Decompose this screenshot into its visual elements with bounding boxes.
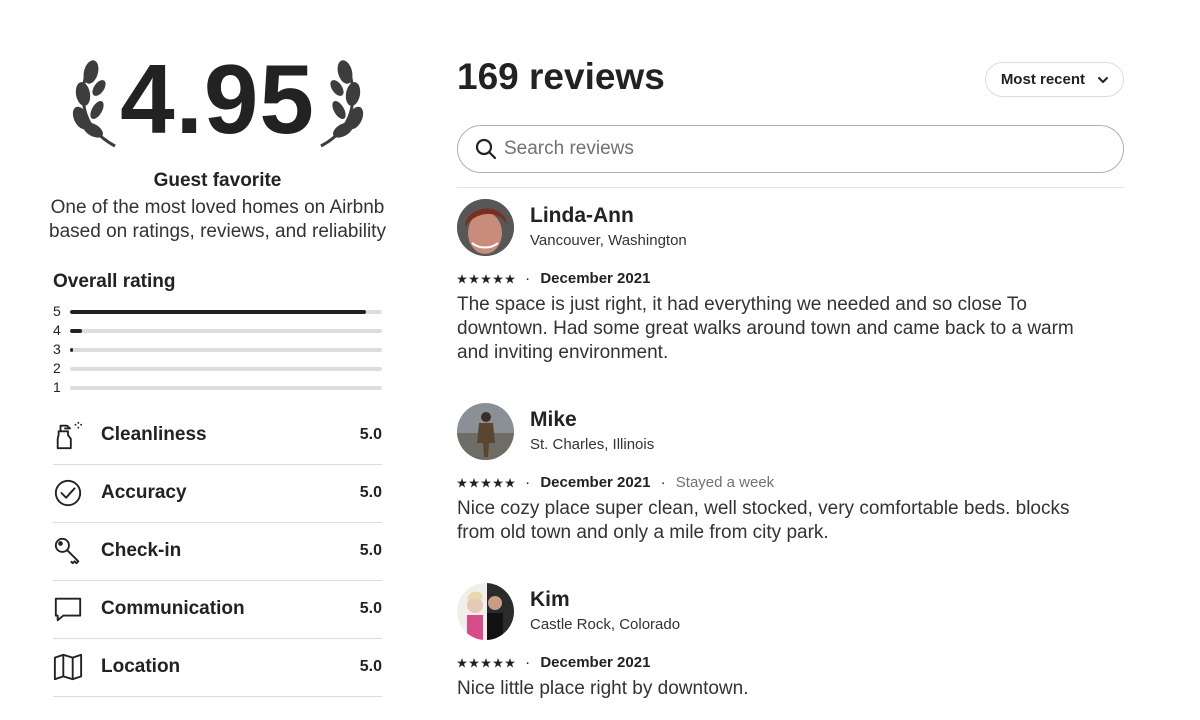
- reviewer-name: Mike: [530, 408, 577, 431]
- avatar[interactable]: [457, 199, 514, 256]
- reviewer-location: Castle Rock, Colorado: [530, 616, 681, 633]
- rating-bar-row: 1: [53, 378, 382, 397]
- category-score: 5.0: [359, 484, 382, 501]
- review-date: December 2021: [540, 270, 651, 287]
- category-ratings: Cleanliness 5.0 Accuracy 5.0 Check-in 5.…: [53, 407, 382, 697]
- check-circle-icon: [54, 479, 82, 507]
- guest-favorite-title: Guest favorite: [153, 170, 282, 191]
- rating-bar-fill: [70, 310, 367, 314]
- rating-bar-label: 4: [53, 322, 61, 338]
- category-label: Communication: [101, 598, 245, 619]
- category-score: 5.0: [359, 600, 382, 617]
- rating-bar-row: 3: [53, 340, 382, 359]
- review-meta: · December 2021: [457, 653, 650, 673]
- category-label: Check-in: [101, 540, 182, 561]
- overall-rating-heading: Overall rating: [53, 271, 176, 292]
- spray-bottle-icon: [56, 421, 83, 450]
- category-check-in: Check-in 5.0: [53, 523, 382, 581]
- category-location: Location 5.0: [53, 639, 382, 697]
- rating-bar-label: 1: [53, 379, 61, 395]
- rating-bar-row: 4: [53, 321, 382, 340]
- search-reviews-input[interactable]: [504, 134, 1094, 164]
- sort-dropdown[interactable]: Most recent: [984, 62, 1124, 97]
- category-label: Location: [101, 656, 181, 677]
- review-text: The space is just right, it had everythi…: [457, 294, 1074, 363]
- map-icon: [53, 653, 83, 681]
- avatar[interactable]: [457, 403, 514, 460]
- search-icon: [475, 138, 497, 160]
- avatar[interactable]: [457, 583, 514, 640]
- stay-duration: Stayed a week: [675, 474, 775, 491]
- category-label: Cleanliness: [101, 424, 207, 445]
- rating-bar-track: [70, 386, 382, 390]
- search-reviews-box: [457, 125, 1124, 173]
- rating-bar-fill: [70, 348, 74, 352]
- reviewer-name: Linda-Ann: [530, 204, 634, 227]
- rating-bar-row: 2: [53, 359, 382, 378]
- laurel-right-icon: [320, 60, 364, 148]
- section-divider: [457, 187, 1124, 188]
- rating-bar-label: 2: [53, 360, 61, 376]
- rating-bar-fill: [70, 329, 83, 333]
- chat-bubble-icon: [54, 597, 82, 622]
- five-star-rating-icon: [457, 478, 515, 488]
- review-date: December 2021: [540, 654, 651, 671]
- category-score: 5.0: [359, 658, 382, 675]
- sort-dropdown-label: Most recent: [1000, 71, 1085, 88]
- category-score: 5.0: [359, 542, 382, 559]
- rating-bar-label: 3: [53, 341, 61, 357]
- rating-bar-track: [70, 348, 382, 352]
- category-score: 5.0: [359, 426, 382, 443]
- category-cleanliness: Cleanliness 5.0: [53, 407, 382, 465]
- rating-bar-row: 5: [53, 302, 382, 321]
- five-star-rating-icon: [457, 274, 515, 284]
- rating-bar-track: [70, 310, 382, 314]
- separator-dot: ·: [525, 654, 531, 671]
- rating-bar-label: 5: [53, 303, 61, 319]
- reviewer-name: Kim: [530, 588, 570, 611]
- rating-bar-track: [70, 329, 382, 333]
- review-text: Nice little place right by downtown.: [457, 678, 749, 699]
- key-icon: [54, 537, 80, 565]
- reviewer-location: St. Charles, Illinois: [530, 436, 655, 453]
- review-date: December 2021: [540, 474, 651, 491]
- guest-favorite-badge: 4.95: [53, 44, 382, 162]
- separator-dot: ·: [660, 474, 666, 491]
- reviewer-location: Vancouver, Washington: [530, 232, 687, 249]
- reviews-count-heading: 169 reviews: [457, 56, 665, 97]
- review-text: Nice cozy place super clean, well stocke…: [457, 498, 1070, 543]
- review-meta: · December 2021 · Stayed a week: [457, 473, 774, 493]
- separator-dot: ·: [525, 474, 531, 491]
- reviews-panel: 169 reviews Most recent Linda-Ann Vancou…: [457, 0, 1124, 720]
- chevron-down-icon: [1098, 77, 1108, 83]
- category-communication: Communication 5.0: [53, 581, 382, 639]
- category-accuracy: Accuracy 5.0: [53, 465, 382, 523]
- category-label: Accuracy: [101, 482, 187, 503]
- guest-favorite-description: One of the most loved homes on Airbnb ba…: [49, 197, 386, 242]
- five-star-rating-icon: [457, 658, 515, 668]
- review-meta: · December 2021: [457, 269, 650, 289]
- rating-distribution: 5 4 3 2 1: [53, 302, 382, 397]
- separator-dot: ·: [525, 270, 531, 287]
- rating-bar-track: [70, 367, 382, 371]
